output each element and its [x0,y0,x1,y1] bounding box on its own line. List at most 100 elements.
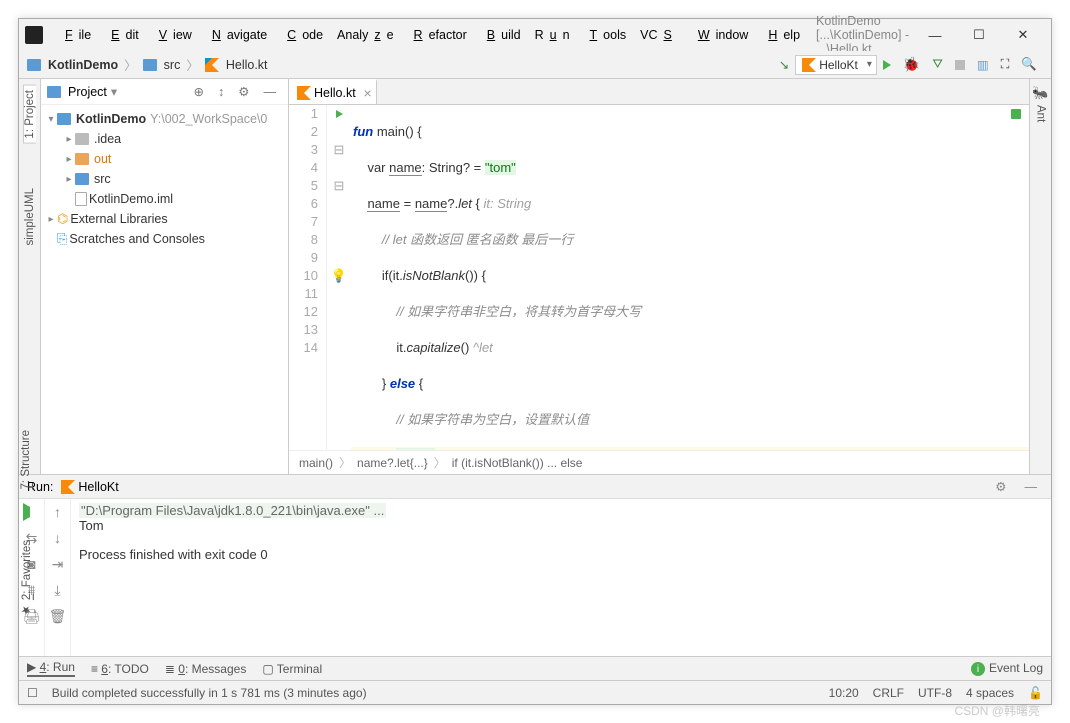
tool-tab-ant[interactable]: Ant [1035,101,1047,126]
run-output[interactable]: "D:\Program Files\Java\jdk1.8.0_221\bin\… [71,499,1051,656]
run-gutter-icon[interactable] [336,110,343,118]
main-menu: File Edit View Navigate Code Analyze Ref… [53,25,806,45]
menu-edit[interactable]: Edit [99,25,145,45]
lock-icon[interactable]: 🔓 [1028,686,1043,700]
caret-position[interactable]: 10:20 [829,686,859,700]
menu-vcs[interactable]: VCS [634,25,684,45]
menu-analyze[interactable]: Analyze [331,25,399,45]
stop-button[interactable] [950,57,970,73]
breadcrumb-file[interactable]: Hello.kt [226,58,268,72]
error-stripe [1011,105,1021,450]
hide-pane-icon[interactable]: — [259,81,282,102]
menu-build[interactable]: Build [475,25,527,45]
menu-run[interactable]: Run [529,25,576,45]
run-settings-gear-icon[interactable]: ⚙ [990,476,1011,497]
window-close-button[interactable]: ✕ [1001,21,1045,49]
scroll-to-source-icon[interactable]: ⊕ [189,81,209,102]
menu-view[interactable]: View [147,25,198,45]
coverage-button[interactable]: ⛛ [927,54,948,75]
kotlin-file-icon [205,58,219,72]
collapse-all-icon[interactable]: ↕ [213,81,229,102]
window-minimize-button[interactable]: — [913,21,957,49]
run-button[interactable] [878,57,896,73]
file-encoding[interactable]: UTF-8 [918,686,952,700]
menu-tools[interactable]: Tools [578,25,633,45]
menu-code[interactable]: Code [275,25,329,45]
marker-gutter: ⊟⊟ 💡 [327,105,351,450]
status-bar: ☐ Build completed successfully in 1 s 78… [19,680,1051,704]
run-panel-config: HelloKt [78,480,118,494]
line-separator[interactable]: CRLF [873,686,904,700]
crumb-let[interactable]: name?.let{...} [357,456,428,470]
tool-tab-structure[interactable]: 7: Structure [20,430,32,489]
layout-button[interactable]: ⛶ [996,54,1015,75]
breadcrumb-root[interactable]: KotlinDemo [48,58,118,72]
project-pane-title: Project [68,85,107,99]
crumb-if[interactable]: if (it.isNotBlank()) ... else [452,456,583,470]
menu-navigate[interactable]: Navigate [200,25,273,45]
settings-gear-icon[interactable]: ⚙ [233,81,254,102]
run-toolbar-left-2: ↑ ↓ ⇥ ⤓ 🗑 [45,499,71,656]
scroll-end-button[interactable]: ⤓ [49,581,67,599]
menu-refactor[interactable]: Refactor [402,25,473,45]
search-everywhere-button[interactable]: 🔍 [1016,54,1042,75]
left-tool-strip: 1: Project simpleUML [19,79,41,474]
tree-scratches[interactable]: ⎘Scratches and Consoles [41,229,288,249]
tree-item-src[interactable]: ▸src [41,169,288,189]
run-config-selector[interactable]: HelloKt [795,55,877,75]
close-tab-icon[interactable]: × [364,85,372,101]
tree-root[interactable]: ▾ KotlinDemo Y:\002_WorkSpace\0 [41,109,288,129]
run-config-label: HelloKt [819,58,858,72]
up-button[interactable]: ↑ [49,503,67,521]
tree-item-out[interactable]: ▸out [41,149,288,169]
tool-tab-simpleuml[interactable]: simpleUML [24,184,36,250]
debug-button[interactable]: 🐞 [898,53,925,76]
editor: Hello.kt × 1234567891011121314 ⊟⊟ 💡 fun … [289,79,1029,474]
crumb-main[interactable]: main() [299,456,333,470]
trash-button[interactable]: 🗑 [49,607,67,625]
tree-root-path: Y:\002_WorkSpace\0 [150,112,267,126]
folder-icon [27,59,41,71]
folder-icon [75,173,89,185]
tool-tab-project[interactable]: 1: Project [23,85,36,144]
menu-file[interactable]: File [53,25,97,45]
menu-help[interactable]: Help [756,25,806,45]
bottom-tab-todo[interactable]: ≡ 6: TODO [91,662,149,676]
kotlin-file-icon [297,86,311,100]
run-panel-header: Run: HelloKt ⚙ — [19,475,1051,499]
bottom-tab-messages[interactable]: ≣ 0: Messages [165,662,246,676]
wrap-button[interactable]: ⇥ [49,555,67,573]
project-structure-button[interactable]: ▥ [972,54,994,75]
tab-hello-kt[interactable]: Hello.kt × [289,79,377,104]
hide-run-panel-icon[interactable]: — [1020,476,1043,497]
kotlin-icon [61,480,75,494]
bottom-tab-run[interactable]: ▶ 4: Run [27,660,75,677]
tree-root-label: KotlinDemo [76,112,146,126]
editor-body[interactable]: 1234567891011121314 ⊟⊟ 💡 fun main() { va… [289,105,1029,450]
breadcrumb-src[interactable]: src [164,58,181,72]
bottom-tab-terminal[interactable]: ▢ Terminal [262,662,322,676]
status-window-icon[interactable]: ☐ [27,686,38,700]
ok-badge-icon: i [971,662,985,676]
tree-item-idea[interactable]: ▸.idea [41,129,288,149]
tree-item-iml[interactable]: KotlinDemo.iml [41,189,288,209]
code-area[interactable]: fun main() { var name: String? = "tom" n… [351,105,1029,450]
scratch-icon: ⎘ [57,231,67,247]
bottom-tool-strip: ▶ 4: Run ≡ 6: TODO ≣ 0: Messages ▢ Termi… [19,656,1051,680]
tool-tab-favorites[interactable]: ★ 2: Favorites [20,540,34,617]
lightbulb-icon[interactable]: 💡 [331,267,347,285]
build-hammer-icon[interactable]: ↘ [774,54,794,75]
folder-icon [143,59,157,71]
folder-icon [47,86,61,98]
window-maximize-button[interactable]: ☐ [957,21,1001,49]
bottom-tab-eventlog[interactable]: iEvent Log [971,661,1043,677]
rerun-button[interactable] [23,503,41,521]
folder-icon [57,113,71,125]
down-button[interactable]: ↓ [49,529,67,547]
editor-tabs: Hello.kt × [289,79,1029,105]
tree-external-libs[interactable]: ▸⌬External Libraries [41,209,288,229]
play-icon [883,60,891,70]
menu-window[interactable]: Window [686,25,754,45]
kotlin-icon [802,58,816,72]
indent-info[interactable]: 4 spaces [966,686,1014,700]
